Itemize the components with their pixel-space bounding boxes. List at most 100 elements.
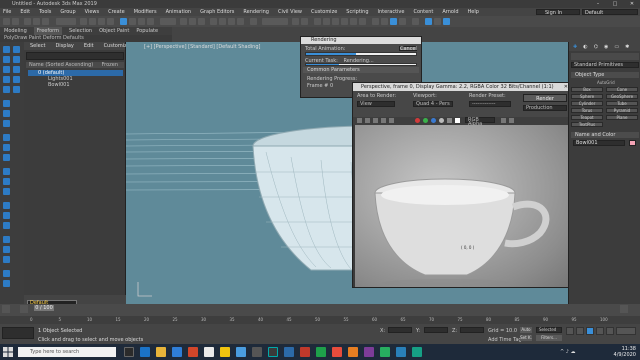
- menu-interactive[interactable]: Interactive: [378, 8, 405, 16]
- align-icon[interactable]: [301, 18, 308, 25]
- monochrome-icon[interactable]: [447, 118, 452, 123]
- object-color-swatch[interactable]: [629, 140, 636, 146]
- geosphere-button[interactable]: GeoSphere: [606, 94, 638, 99]
- filter-space-warps-icon[interactable]: [13, 66, 20, 73]
- chrome-icon[interactable]: [204, 347, 214, 357]
- whatsapp-icon[interactable]: [380, 347, 390, 357]
- menu-help[interactable]: Help: [468, 8, 479, 16]
- mirror-icon[interactable]: [292, 18, 299, 25]
- common-parameters-rollout[interactable]: Common Parameters: [303, 67, 419, 73]
- menu-modifiers[interactable]: Modifiers: [134, 8, 157, 16]
- display-none-icon[interactable]: [3, 110, 10, 117]
- word-icon[interactable]: [284, 347, 294, 357]
- y-coordinate-field[interactable]: [424, 327, 448, 333]
- torus-button[interactable]: Torus: [571, 108, 603, 113]
- save-image-icon[interactable]: [357, 118, 362, 123]
- viewport-dropdown[interactable]: Quad 4 - Pers: [413, 101, 453, 107]
- reference-coordinate-dropdown[interactable]: [160, 18, 176, 25]
- menu-customize[interactable]: Customize: [311, 8, 337, 16]
- ribbon-tab-modeling[interactable]: Modeling: [4, 27, 27, 35]
- select-by-name-icon[interactable]: [89, 18, 96, 25]
- a360-gallery-icon[interactable]: [412, 18, 419, 25]
- filter-geometry-icon[interactable]: [3, 46, 10, 53]
- keyboard-shortcut-icon[interactable]: [198, 18, 205, 25]
- powerpoint-icon[interactable]: [300, 347, 310, 357]
- filter-containers-icon[interactable]: [13, 86, 20, 93]
- cone-button[interactable]: Cone: [606, 87, 638, 92]
- clear-icon[interactable]: [389, 118, 394, 123]
- spinner-snap-icon[interactable]: [237, 18, 244, 25]
- layer-explorer-icon[interactable]: [323, 18, 330, 25]
- select-rotate-icon[interactable]: [129, 18, 136, 25]
- snaps-toggle-icon[interactable]: [210, 18, 217, 25]
- red-channel-icon[interactable]: [415, 118, 420, 123]
- render-in-cloud-icon[interactable]: [399, 18, 406, 25]
- display-children-icon[interactable]: [3, 202, 10, 209]
- menu-create[interactable]: Create: [108, 8, 125, 16]
- menu-content[interactable]: Content: [413, 8, 433, 16]
- render-setup-icon[interactable]: [372, 18, 379, 25]
- hierarchy-tab-icon[interactable]: ⌬: [594, 44, 598, 50]
- object-row[interactable]: Bowl001: [28, 82, 123, 88]
- timeline-ruler[interactable]: 0 5 10 15 20 25 30 35 40 45 50 55 60 65 70 75 80 85 90 95 10…: [0, 316, 640, 324]
- explorer-tab-select[interactable]: Select: [30, 42, 45, 50]
- auto-key-button[interactable]: Auto: [520, 327, 532, 333]
- clone-frame-icon[interactable]: [373, 118, 378, 123]
- edit-named-selection-icon[interactable]: [250, 18, 257, 25]
- add-time-tag[interactable]: Add Time Tag: [488, 337, 522, 343]
- explorer-search-field[interactable]: [26, 52, 124, 60]
- toggle-ui-overlay-icon[interactable]: [501, 118, 506, 123]
- select-manipulate-icon[interactable]: [189, 18, 196, 25]
- hide-icon[interactable]: [3, 270, 10, 277]
- display-all-icon[interactable]: [3, 100, 10, 107]
- explorer-column-header[interactable]: Name (Sorted Ascending) Frozen: [26, 62, 124, 68]
- display-invert-icon[interactable]: [3, 120, 10, 127]
- material-editor-icon[interactable]: [359, 18, 366, 25]
- green-channel-icon[interactable]: [423, 118, 428, 123]
- swatch-icon[interactable]: [455, 118, 460, 123]
- menu-arnold[interactable]: Arnold: [442, 8, 458, 16]
- render-preset-dropdown[interactable]: -------------: [469, 101, 511, 107]
- display-tab-icon[interactable]: ▭: [614, 44, 619, 50]
- create-tab-icon[interactable]: ✚: [573, 44, 577, 50]
- menu-views[interactable]: Views: [85, 8, 99, 16]
- menu-edit[interactable]: Edit: [20, 8, 30, 16]
- previous-frame-icon[interactable]: [20, 305, 28, 313]
- system-tray-icons[interactable]: ^ ♪ ☁: [560, 349, 576, 355]
- sort-by-layer-icon[interactable]: [3, 134, 10, 141]
- play-icon[interactable]: [586, 327, 594, 335]
- object-name-field[interactable]: Bowl001: [573, 140, 625, 146]
- display-dependents-icon[interactable]: [3, 222, 10, 229]
- primitive-type-dropdown[interactable]: Standard Primitives: [571, 62, 639, 68]
- menu-rendering[interactable]: Rendering: [243, 8, 269, 16]
- menu-group[interactable]: Group: [60, 8, 75, 16]
- cylinder-button[interactable]: Cylinder: [571, 101, 603, 106]
- ribbon-toggle-icon[interactable]: [332, 18, 339, 25]
- percent-snap-icon[interactable]: [228, 18, 235, 25]
- pivot-center-icon[interactable]: [180, 18, 187, 25]
- ribbon-tab-object-paint[interactable]: Object Paint: [99, 27, 129, 35]
- menu-scripting[interactable]: Scripting: [346, 8, 368, 16]
- ribbon-tab-freeform[interactable]: Freeform: [33, 27, 63, 35]
- maximize-button[interactable]: □: [607, 0, 623, 8]
- 3ds-max-icon[interactable]: [268, 347, 278, 357]
- excel-icon[interactable]: [316, 347, 326, 357]
- menu-civil-view[interactable]: Civil View: [278, 8, 302, 16]
- utilities-tab-icon[interactable]: ✱: [625, 44, 629, 50]
- link-icon[interactable]: [24, 18, 31, 25]
- workspace-dropdown[interactable]: Default: [582, 9, 638, 16]
- current-frame-field[interactable]: [616, 327, 636, 335]
- select-move-icon[interactable]: [120, 18, 127, 25]
- render-production-icon[interactable]: [390, 18, 397, 25]
- time-slider[interactable]: 0 / 100: [34, 305, 54, 311]
- menu-graph-editors[interactable]: Graph Editors: [200, 8, 234, 16]
- mini-curve-editor-icon[interactable]: [2, 305, 10, 313]
- filter-cameras-icon[interactable]: [13, 56, 20, 63]
- filter-lights-icon[interactable]: [3, 56, 10, 63]
- sign-in-dropdown[interactable]: Sign In: [536, 9, 580, 16]
- spotify-icon[interactable]: [412, 347, 422, 357]
- photos-icon[interactable]: [236, 347, 246, 357]
- active-shade-icon[interactable]: [443, 18, 450, 25]
- name-and-color-rollout[interactable]: Name and Color: [571, 132, 639, 138]
- settings-icon[interactable]: [252, 347, 262, 357]
